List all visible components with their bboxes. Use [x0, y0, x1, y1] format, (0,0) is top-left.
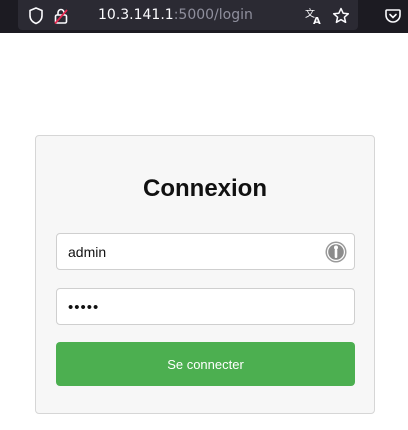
username-field[interactable]: admin	[56, 233, 355, 270]
svg-text:A: A	[313, 16, 321, 26]
url-text[interactable]: 10.3.141.1:5000/login	[98, 6, 253, 24]
login-button[interactable]: Se connecter	[56, 342, 355, 386]
bookmark-star-icon[interactable]	[331, 6, 351, 26]
translate-icon[interactable]: 文 A	[304, 6, 324, 26]
username-value: admin	[68, 244, 107, 260]
shield-icon[interactable]	[26, 6, 46, 26]
password-field[interactable]: •••••	[56, 288, 355, 325]
lock-icon[interactable]	[51, 6, 71, 26]
browser-toolbar: 10.3.141.1:5000/login 文 A	[0, 0, 408, 33]
pocket-icon[interactable]	[383, 6, 403, 26]
password-manager-icon[interactable]	[324, 240, 348, 264]
page-title: Connexion	[143, 175, 267, 202]
password-value: •••••	[68, 299, 100, 316]
